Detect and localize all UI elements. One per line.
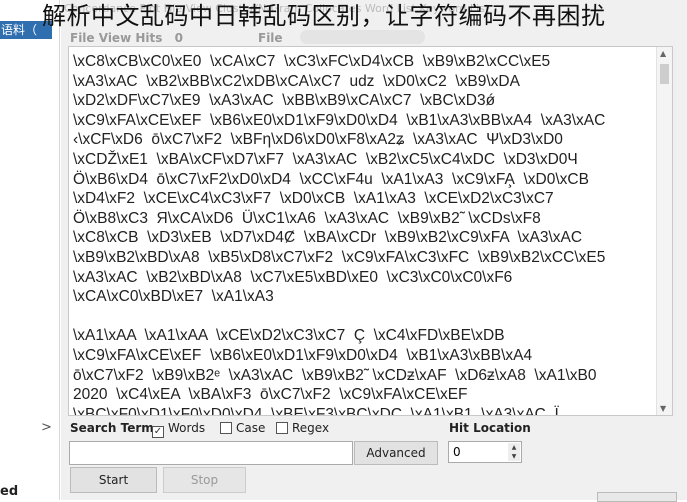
scroll-thumb[interactable] (660, 64, 669, 84)
search-input[interactable] (69, 441, 353, 465)
text-line: Ö\xB8\xC3 Я\xCA\xD6 Ü\xC1\xA6 \xA3\xAC \… (73, 209, 541, 227)
text-line: 2020 \xC4\xEA \xBA\xF3 ō\xC7\xF2 \xC9\xF… (73, 386, 468, 404)
sidebar: 语料（ > ed (0, 0, 60, 500)
hit-location-spinner[interactable]: 0 ▲ ▼ (448, 441, 522, 463)
text-line: \xC9\xFA\xCE\xEF \xB6\xE0\xD1\xF9\xD0\xD… (73, 346, 533, 364)
text-line: ‹\xCF\xD6 ō\xC7\xF2 \xBFη\xD6\xD0\xF8\xA… (73, 131, 563, 149)
file-text-view[interactable]: \xC8\xCB\xC0\xE0 \xCA\xC7 \xC3\xFC\xD4\x… (68, 46, 673, 416)
text-line: \xA3\xAC \xB2\xBD\xA8 \xC7\xE5\xBD\xE0 \… (73, 268, 513, 286)
spinner-arrows-icon[interactable]: ▲ ▼ (508, 443, 520, 461)
text-line: \xC9\xFA\xCE\xEF \xB6\xE0\xD1\xF9\xD0\xD… (73, 111, 606, 129)
regex-label: Regex (292, 421, 330, 435)
text-line: \xCA\xC0\xBD\xE7 \xA1\xA3 (73, 288, 274, 306)
words-checkbox[interactable]: ✓ Words (152, 421, 205, 438)
scroll-down-icon[interactable]: ▼ (660, 404, 666, 413)
overlay-title: 解析中文乱码中日韩乱码区别，让字符编码不再困扰 (42, 2, 606, 30)
hits-value: 0 (174, 31, 183, 45)
file-name-blur (300, 30, 425, 44)
checkbox-icon (220, 422, 232, 434)
case-checkbox[interactable]: Case (220, 421, 265, 435)
file-view-header: File View Hits 0 (70, 31, 191, 45)
hit-location-label: Hit Location (449, 421, 531, 435)
text-line (73, 307, 658, 327)
hits-label: File View Hits (70, 31, 163, 45)
words-label: Words (168, 421, 206, 435)
expand-arrow-icon[interactable]: > (41, 420, 52, 435)
text-line: \xB9\xB2\xBD\xA8 \xB5\xD8\xC7\xF2 \xC9\x… (73, 248, 606, 266)
text-line: \xD4\xF2 \xCE\xC4\xC3\xF7 \xD0\xCB \xA1\… (73, 190, 554, 208)
checkbox-checked-icon: ✓ (152, 426, 164, 438)
vertical-scrollbar[interactable]: ▲ ▼ (656, 47, 672, 415)
text-line: \xC8\xCB \xD3\xEB \xD7\xD4Ȼ \xBA\xCDr \x… (73, 229, 583, 247)
stop-button[interactable]: Stop (163, 467, 246, 493)
text-line: \xD2\xDF\xC7\xE9 \xA3\xAC \xBB\xB9\xCA\x… (73, 92, 496, 110)
checkbox-icon (276, 422, 288, 434)
text-line: \xCDŽ\xE1 \xBA\xCF\xD7\xF7 \xA3\xAC \xB2… (73, 150, 578, 168)
advanced-button[interactable]: Advanced (354, 441, 438, 465)
scroll-up-icon[interactable]: ▲ (660, 49, 666, 58)
text-line: Ö\xB6\xD4 ō\xC7\xF2\xD0\xD4 \xCC\xF4u \x… (73, 170, 589, 188)
bottom-right-button[interactable] (597, 492, 677, 502)
text-line: \xA1\xAA \xA1\xAA \xCE\xD2\xC3\xC7 Ç \xC… (73, 327, 505, 345)
text-line: \xBC\xF0\xD1\xF0\xD0\xD4 \xBE\xF3\xBC\xD… (73, 405, 559, 416)
file-label: File (258, 31, 283, 45)
file-text-lines: \xC8\xCB\xC0\xE0 \xCA\xC7 \xC3\xFC\xD4\x… (73, 52, 658, 416)
hit-location-value: 0 (453, 445, 461, 459)
sidebar-bottom-label: ed (0, 484, 19, 499)
start-button[interactable]: Start (70, 467, 157, 493)
regex-checkbox[interactable]: Regex (276, 421, 329, 435)
text-line: \xC8\xCB\xC0\xE0 \xCA\xC7 \xC3\xFC\xD4\x… (73, 53, 551, 70)
text-line: \xA3\xAC \xB2\xBB\xC2\xDB\xCA\xC7 uǳ \xD… (73, 72, 520, 90)
case-label: Case (236, 421, 266, 435)
text-line: ō\xC7\xF2 \xB9\xB2ᵉ \xA3\xAC \xB9\xB2̃ \… (73, 366, 597, 384)
search-term-label: Search Term (70, 421, 154, 435)
